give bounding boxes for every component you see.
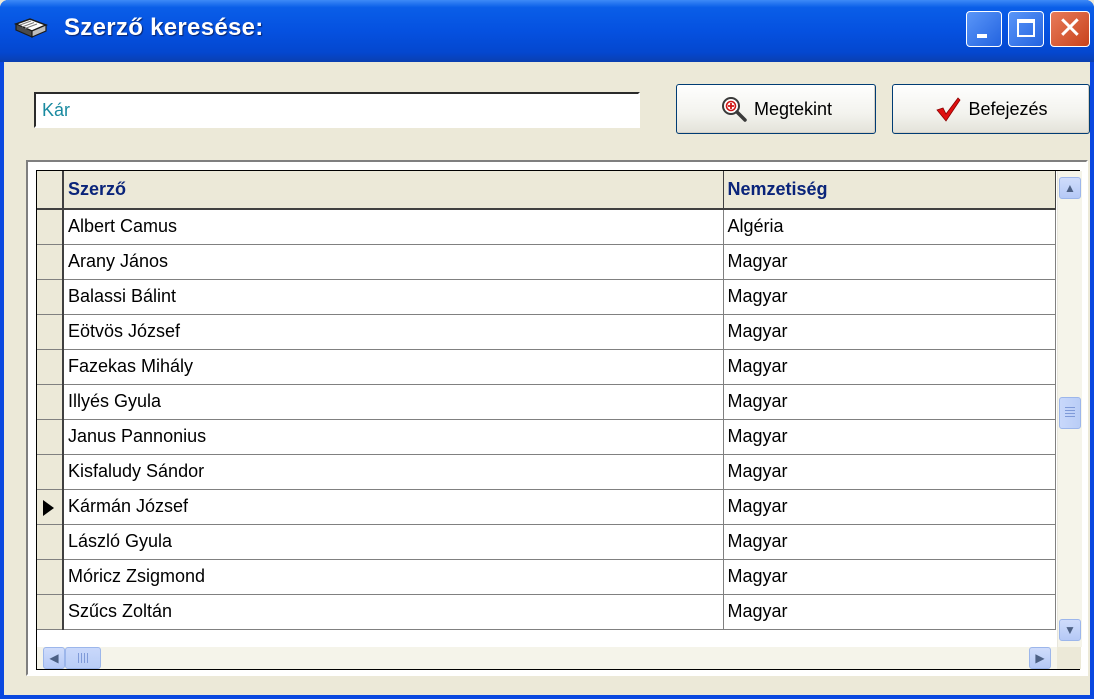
nationality-cell[interactable]: Magyar <box>723 419 1056 455</box>
row-indicator[interactable] <box>37 594 64 630</box>
arrow-right-icon: ▶ <box>1035 651 1045 665</box>
table-body: Albert Camus Algéria Arany János Magyar Bala… <box>37 209 1056 630</box>
red-checkmark-icon <box>936 97 961 122</box>
table-row[interactable]: Balassi Bálint Magyar <box>37 279 1056 315</box>
row-indicator[interactable] <box>37 244 64 280</box>
vertical-scroll-thumb[interactable] <box>1059 397 1081 429</box>
row-indicator[interactable] <box>37 489 64 525</box>
author-cell[interactable]: Illyés Gyula <box>63 384 724 420</box>
row-indicator[interactable] <box>37 419 64 455</box>
nationality-cell[interactable]: Magyar <box>723 594 1056 630</box>
author-cell[interactable]: Arany János <box>63 244 724 280</box>
scrollbar-corner <box>1057 647 1081 669</box>
table-row[interactable]: László Gyula Magyar <box>37 524 1056 560</box>
row-indicator[interactable] <box>37 209 64 245</box>
author-cell[interactable]: Balassi Bálint <box>63 279 724 315</box>
close-button[interactable]: ✕ <box>1050 11 1090 47</box>
table-row[interactable]: Szűcs Zoltán Magyar <box>37 594 1056 630</box>
nationality-cell[interactable]: Magyar <box>723 524 1056 560</box>
arrow-down-icon: ▼ <box>1064 623 1076 637</box>
close-icon: ✕ <box>1057 12 1083 45</box>
author-search-window: Szerző keresése: ✕ Megtekint Befejezés <box>0 0 1094 699</box>
column-header-nationality[interactable]: Nemzetiség <box>723 171 1056 210</box>
table-row[interactable]: Kármán József Magyar <box>37 489 1056 525</box>
nationality-cell[interactable]: Magyar <box>723 349 1056 385</box>
window-title: Szerző keresése: <box>64 14 264 41</box>
author-cell[interactable]: Kármán József <box>63 489 724 525</box>
author-cell[interactable]: Móricz Zsigmond <box>63 559 724 595</box>
row-indicator[interactable] <box>37 524 64 560</box>
arrow-up-icon: ▲ <box>1064 181 1076 195</box>
table-row[interactable]: Eötvös József Magyar <box>37 314 1056 350</box>
horizontal-scroll-thumb[interactable] <box>65 647 101 669</box>
author-grid-frame: Szerző Nemzetiség Albert Camus Algéria Ara… <box>26 160 1088 676</box>
row-indicator[interactable] <box>37 349 64 385</box>
maximize-button[interactable] <box>1008 11 1044 47</box>
title-bar[interactable]: Szerző keresése: ✕ <box>0 0 1094 62</box>
nationality-cell[interactable]: Magyar <box>723 244 1056 280</box>
table-row[interactable]: Albert Camus Algéria <box>37 209 1056 245</box>
row-indicator[interactable] <box>37 279 64 315</box>
finish-button[interactable]: Befejezés <box>892 84 1090 134</box>
table-row[interactable]: Kisfaludy Sándor Magyar <box>37 454 1056 490</box>
grip-icon <box>78 653 90 663</box>
vertical-scrollbar[interactable]: ▲ ▼ <box>1057 171 1082 647</box>
view-button[interactable]: Megtekint <box>676 84 876 134</box>
author-table: Szerző Nemzetiség Albert Camus Algéria Ara… <box>37 171 1056 630</box>
author-cell[interactable]: Eötvös József <box>63 314 724 350</box>
table-row[interactable]: Illyés Gyula Magyar <box>37 384 1056 420</box>
scroll-down-button[interactable]: ▼ <box>1059 619 1081 641</box>
author-cell[interactable]: Fazekas Mihály <box>63 349 724 385</box>
book-icon <box>14 18 48 38</box>
author-cell[interactable]: Szűcs Zoltán <box>63 594 724 630</box>
scroll-up-button[interactable]: ▲ <box>1059 177 1081 199</box>
grip-icon <box>1065 407 1075 419</box>
row-indicator[interactable] <box>37 559 64 595</box>
table-row[interactable]: Arany János Magyar <box>37 244 1056 280</box>
view-button-label: Megtekint <box>753 98 833 119</box>
magnifier-plus-icon <box>721 97 747 122</box>
row-indicator[interactable] <box>37 384 64 420</box>
column-header-author[interactable]: Szerző <box>63 171 724 210</box>
nationality-cell[interactable]: Magyar <box>723 279 1056 315</box>
author-cell[interactable]: László Gyula <box>63 524 724 560</box>
nationality-cell[interactable]: Magyar <box>723 489 1056 525</box>
author-cell[interactable]: Janus Pannonius <box>63 419 724 455</box>
nationality-cell[interactable]: Magyar <box>723 559 1056 595</box>
scroll-left-button[interactable]: ◀ <box>43 647 65 669</box>
author-search-input[interactable] <box>34 92 640 128</box>
row-indicator-header <box>37 171 64 210</box>
author-cell[interactable]: Kisfaludy Sándor <box>63 454 724 490</box>
table-row[interactable]: Janus Pannonius Magyar <box>37 419 1056 455</box>
nationality-cell[interactable]: Algéria <box>723 209 1056 245</box>
row-indicator[interactable] <box>37 454 64 490</box>
horizontal-scrollbar[interactable]: ◀ ▶ <box>37 647 1057 669</box>
finish-button-label: Befejezés <box>968 98 1048 119</box>
row-indicator[interactable] <box>37 314 64 350</box>
nationality-cell[interactable]: Magyar <box>723 314 1056 350</box>
minimize-button[interactable] <box>966 11 1002 47</box>
author-cell[interactable]: Albert Camus <box>63 209 724 245</box>
table-row[interactable]: Móricz Zsigmond Magyar <box>37 559 1056 595</box>
arrow-left-icon: ◀ <box>49 651 59 665</box>
minimize-icon <box>977 34 987 38</box>
nationality-cell[interactable]: Magyar <box>723 454 1056 490</box>
table-header-row: Szerző Nemzetiség <box>37 171 1056 210</box>
current-row-pointer-icon <box>43 499 54 516</box>
scroll-right-button[interactable]: ▶ <box>1029 647 1051 669</box>
table-row[interactable]: Fazekas Mihály Magyar <box>37 349 1056 385</box>
author-grid[interactable]: Szerző Nemzetiség Albert Camus Algéria Ara… <box>36 170 1082 670</box>
maximize-icon <box>1017 19 1035 37</box>
nationality-cell[interactable]: Magyar <box>723 384 1056 420</box>
